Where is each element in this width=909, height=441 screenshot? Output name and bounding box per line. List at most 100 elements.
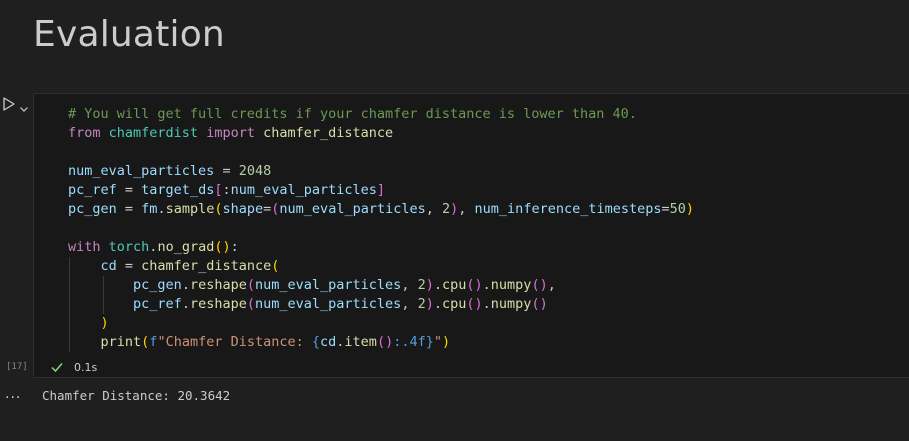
code-token: pc_ref <box>68 182 117 198</box>
markdown-heading: Evaluation <box>33 14 225 55</box>
code-token: chamfer_distance <box>263 125 394 141</box>
code-line: # You will get full credits if your cham… <box>68 105 694 124</box>
code-token: , <box>401 296 418 312</box>
code-line: cd = chamfer_distance( <box>68 257 694 276</box>
code-token: = <box>116 182 142 198</box>
execution-count: [17] <box>6 362 28 372</box>
code-token: cd <box>100 258 117 274</box>
code-token: : <box>222 182 231 198</box>
code-token: . <box>181 277 190 293</box>
cell-run-controls <box>2 94 34 114</box>
code-token: () <box>531 296 548 312</box>
code-line: print(f"Chamfer Distance: {cd.item():.4f… <box>68 333 694 352</box>
code-token: cpu <box>442 277 467 293</box>
code-token: ) <box>100 315 109 331</box>
code-token: () <box>531 277 548 293</box>
code-token: pc_ref <box>133 296 182 312</box>
code-token: pc_gen <box>133 277 182 293</box>
code-token: num_eval_particles <box>255 277 402 293</box>
code-token: , <box>401 277 418 293</box>
code-token: :.4f <box>393 334 426 350</box>
output-more-button[interactable]: ... <box>5 386 21 402</box>
code-token: chamferdist <box>108 125 199 141</box>
code-line: pc_gen = fm.sample(shape=(num_eval_parti… <box>68 200 694 219</box>
code-token: numpy <box>490 277 532 293</box>
code-token: print <box>100 334 142 350</box>
code-token: = <box>116 258 142 274</box>
code-line: pc_ref.reshape(num_eval_particles, 2).cp… <box>68 295 694 314</box>
code-token: ) <box>425 277 434 293</box>
code-token: : <box>230 239 239 255</box>
code-token: with <box>68 239 101 255</box>
execution-duration: 0.1s <box>74 360 98 374</box>
code-token: target_ds <box>141 182 215 198</box>
run-cell-button[interactable] <box>2 96 16 112</box>
code-token: } <box>425 334 434 350</box>
code-token: . <box>433 277 442 293</box>
code-cell[interactable]: # You will get full credits if your cham… <box>33 93 909 378</box>
code-token: ) <box>425 296 434 312</box>
code-line: pc_gen.reshape(num_eval_particles, 2).cp… <box>68 276 694 295</box>
chevron-down-icon <box>20 107 28 112</box>
execution-status: 0.1s <box>50 359 97 375</box>
code-token: () <box>376 334 394 350</box>
code-token: . <box>433 296 442 312</box>
code-token: sample <box>165 201 215 217</box>
code-token: num_eval_particles <box>68 163 215 179</box>
code-line: from chamferdist import chamfer_distance <box>68 124 694 143</box>
code-token: 2 <box>417 296 426 312</box>
code-token: , <box>547 277 556 293</box>
code-token: num_eval_particles <box>230 182 377 198</box>
code-token: ) <box>442 334 451 350</box>
code-token: num_eval_particles <box>255 296 402 312</box>
code-token: 2 <box>442 201 451 217</box>
code-token: , <box>458 201 475 217</box>
code-token: cpu <box>442 296 467 312</box>
code-token: no_grad <box>157 239 215 255</box>
code-token: ( <box>271 258 280 274</box>
code-line: ) <box>68 314 694 333</box>
code-token: 2048 <box>238 163 272 179</box>
check-icon <box>51 363 63 373</box>
code-token: 50 <box>669 201 686 217</box>
code-token: cd <box>320 334 337 350</box>
code-token: pc_gen <box>68 201 117 217</box>
code-token: numpy <box>490 296 532 312</box>
code-token: ( <box>246 277 255 293</box>
code-token: = <box>214 163 239 179</box>
code-editor[interactable]: # You will get full credits if your cham… <box>68 105 694 352</box>
code-token: () <box>214 239 231 255</box>
code-token: ] <box>376 182 386 198</box>
run-options-button[interactable] <box>19 99 29 112</box>
run-cell-icon <box>3 97 15 111</box>
code-token: "Chamfer Distance: <box>157 334 312 350</box>
code-token: 2 <box>417 277 426 293</box>
code-token: # You will get full credits if your cham… <box>68 106 637 122</box>
code-token: chamfer_distance <box>141 258 272 274</box>
code-token: reshape <box>189 277 247 293</box>
cell-output: Chamfer Distance: 20.3642 <box>42 388 231 403</box>
code-token: = <box>661 201 670 217</box>
code-token: . <box>157 201 166 217</box>
code-token: shape <box>222 201 264 217</box>
code-token: " <box>433 334 442 350</box>
code-token: import <box>206 125 255 141</box>
code-token: . <box>482 296 491 312</box>
code-token: () <box>466 296 483 312</box>
code-token: torch <box>108 239 150 255</box>
code-token: item <box>344 334 377 350</box>
code-token: { <box>311 334 321 350</box>
code-token: ) <box>685 201 695 217</box>
code-token: () <box>466 277 483 293</box>
code-line: num_eval_particles = 2048 <box>68 162 694 181</box>
code-token: ( <box>214 201 223 217</box>
code-token: . <box>482 277 491 293</box>
